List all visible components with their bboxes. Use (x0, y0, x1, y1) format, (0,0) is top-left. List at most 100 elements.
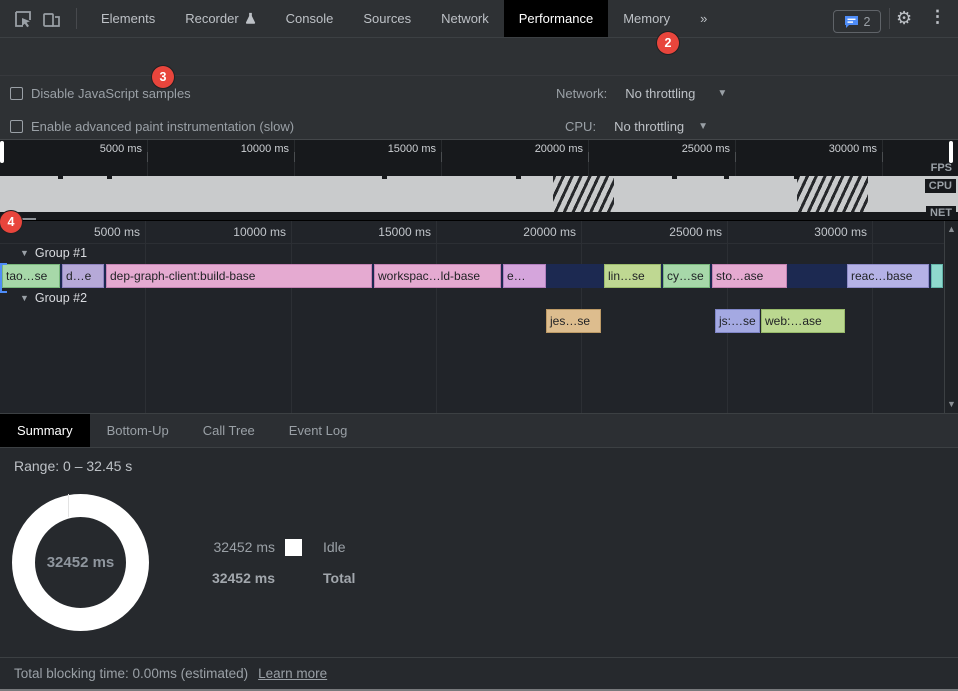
legend-swatch (285, 539, 302, 556)
cpu-activity-notch (672, 176, 677, 179)
track-tick-label: 10000 ms (196, 225, 286, 240)
track-gridline (436, 221, 437, 413)
flame-bar-reac-base[interactable]: reac…base (847, 264, 929, 288)
selection-bracket (0, 291, 7, 293)
panel-tab-console[interactable]: Console (271, 0, 349, 37)
cpu-activity-notch (107, 176, 112, 179)
advanced-paint-label: Enable advanced paint instrumentation (s… (31, 119, 294, 134)
overview-left-handle[interactable] (0, 141, 4, 163)
flame-bar-sto-ase[interactable]: sto…ase (712, 264, 787, 288)
track-gridline (291, 221, 292, 413)
detail-tab-event-log[interactable]: Event Log (272, 414, 365, 447)
overview-tick-label: 20000 ms (498, 143, 583, 157)
divider (76, 8, 77, 29)
cpu-throttling-select[interactable]: No throttling (614, 119, 684, 134)
detail-tab-call-tree[interactable]: Call Tree (186, 414, 272, 447)
network-throttling-row: Network: No throttling ▼ (556, 85, 727, 101)
advanced-paint-checkbox[interactable]: Enable advanced paint instrumentation (s… (10, 118, 294, 134)
flame-bar-d-e[interactable]: d…e (62, 264, 104, 288)
console-bubble-icon (844, 15, 859, 29)
panel-tab-sources[interactable]: Sources (348, 0, 426, 37)
panel-tab-network[interactable]: Network (426, 0, 504, 37)
network-throttling-select[interactable]: No throttling (625, 86, 695, 101)
group-1-header[interactable]: ▼ Group #1 (20, 246, 87, 260)
overview-tick-mark (588, 152, 589, 162)
track-scrollbar[interactable] (944, 221, 958, 413)
legend-swatch-empty (285, 570, 302, 587)
step-badge-4: 4 (0, 211, 22, 233)
cpu-throttling-row: CPU: No throttling ▼ (565, 118, 708, 134)
more-tabs-button[interactable]: » (685, 0, 722, 37)
scroll-down-icon[interactable]: ▼ (947, 399, 956, 409)
overview-tick-mark (147, 152, 148, 162)
cpu-lane-label: CPU (925, 179, 956, 193)
overview-tick-label: 30000 ms (792, 143, 877, 157)
panel-tab-elements[interactable]: Elements (86, 0, 170, 37)
timeline-overview[interactable]: 5000 ms10000 ms15000 ms20000 ms25000 ms3… (0, 140, 958, 221)
console-messages-chip[interactable]: 2 (833, 10, 881, 33)
devtools-tabbar: ElementsRecorderConsoleSourcesNetworkPer… (0, 0, 958, 37)
scroll-up-icon[interactable]: ▲ (947, 224, 956, 234)
flame-bar-cy-se[interactable]: cy…se (663, 264, 710, 288)
network-label: Network: (556, 86, 607, 101)
legend-time: 32452 ms (190, 570, 275, 586)
cpu-activity-notch (724, 176, 729, 179)
track-tick-label: 20000 ms (486, 225, 576, 240)
capture-options: Disable JavaScript samples Network: No t… (0, 76, 958, 140)
flame-bar-e[interactable]: e… (503, 264, 546, 288)
detail-tabbar: SummaryBottom-UpCall TreeEvent Log (0, 414, 958, 447)
flame-bar-jes-se[interactable]: jes…se (546, 309, 601, 333)
cpu-activity-notch (516, 176, 521, 179)
disable-js-samples-label: Disable JavaScript samples (31, 86, 191, 101)
donut-total-time: 32452 ms (12, 494, 149, 631)
flame-bar-workspac-ld-base[interactable]: workspac…ld-base (374, 264, 501, 288)
detail-tab-bottom-up[interactable]: Bottom-Up (90, 414, 186, 447)
cpu-select-caret-icon[interactable]: ▼ (698, 121, 708, 132)
overview-right-handle[interactable] (949, 141, 953, 163)
checkbox-box (10, 87, 23, 100)
track-tick-label: 5000 ms (50, 225, 140, 240)
network-select-caret-icon[interactable]: ▼ (717, 88, 727, 99)
step-badge-2: 2 (657, 32, 679, 54)
settings-gear-icon[interactable]: ⚙ (896, 9, 912, 27)
track-gridline (872, 221, 873, 413)
flame-bar-tao-se[interactable]: tao…se (2, 264, 60, 288)
footer-bar: Total blocking time: 0.00ms (estimated) … (0, 657, 958, 689)
flame-bar-segment[interactable] (931, 264, 943, 288)
overview-tick-mark (441, 152, 442, 162)
flame-chart[interactable]: 5000 ms 10000 ms 15000 ms 20000 ms 25000 ms 3… (0, 221, 958, 413)
overview-tick-mark (882, 152, 883, 162)
panel-tab-recorder[interactable]: Recorder (170, 0, 270, 37)
legend-label: Idle (323, 539, 346, 555)
flame-bar-web-ase[interactable]: web:…ase (761, 309, 845, 333)
track-tick-label: 15000 ms (341, 225, 431, 240)
flame-bar-lin-se[interactable]: lin…se (604, 264, 661, 288)
kebab-menu-icon[interactable]: ⋮ (929, 8, 946, 25)
panel-tab-memory[interactable]: Memory (608, 0, 685, 37)
cpu-activity-notch (58, 176, 63, 179)
track-tick-label: 30000 ms (777, 225, 867, 240)
group-1-label: Group #1 (35, 246, 87, 260)
legend-label: Total (323, 570, 355, 586)
devtools-window: ElementsRecorderConsoleSourcesNetworkPer… (0, 0, 958, 691)
panel-tab-performance[interactable]: Performance (504, 0, 608, 37)
overview-tick-mark (294, 152, 295, 162)
group-2-header[interactable]: ▼ Group #2 (20, 291, 87, 305)
divider (0, 243, 958, 244)
learn-more-link[interactable]: Learn more (258, 666, 327, 681)
selection-bracket (0, 263, 7, 265)
flame-bar-js-se[interactable]: js:…se (715, 309, 760, 333)
device-toolbar-icon[interactable] (42, 9, 62, 29)
track-tick-label: 25000 ms (632, 225, 722, 240)
fps-lane-label: FPS (927, 161, 956, 175)
disclosure-triangle-icon: ▼ (20, 248, 29, 258)
cpu-throttle-hatch (797, 176, 868, 212)
detail-tab-summary[interactable]: Summary (0, 414, 90, 447)
inspect-element-icon[interactable] (13, 9, 33, 29)
disclosure-triangle-icon: ▼ (20, 293, 29, 303)
flame-bar-dep-graph-client-build-base[interactable]: dep-graph-client:build-base (106, 264, 372, 288)
net-lane-label: NET (926, 206, 956, 220)
summary-panel: Range: 0 – 32.45 s 32452 ms 32452 msIdle… (0, 448, 958, 657)
cpu-activity-notch (794, 176, 799, 179)
step-badge-3: 3 (152, 66, 174, 88)
